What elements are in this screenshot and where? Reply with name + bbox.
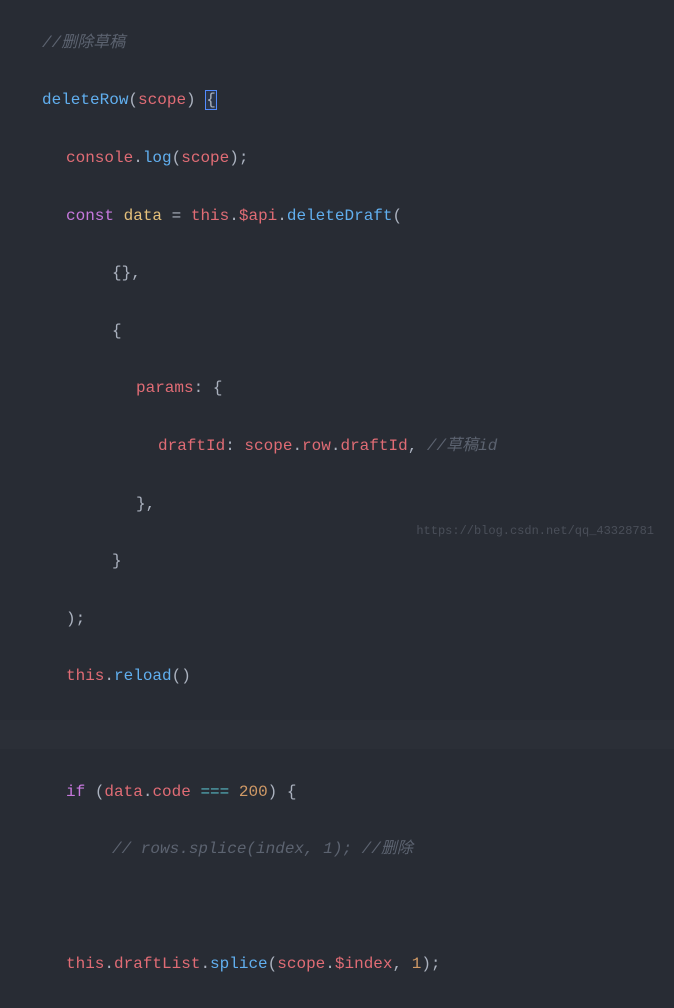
comma: ,	[131, 264, 141, 282]
code-editor[interactable]: //删除草稿 deleteRow(scope) { console.log(sc…	[0, 0, 674, 1008]
variable: scope	[277, 955, 325, 973]
code-line: this.reload()	[0, 662, 674, 691]
parameter: scope	[138, 91, 186, 109]
variable: scope	[244, 437, 292, 455]
method: reload	[114, 667, 172, 685]
code-line: //删除草稿	[0, 29, 674, 58]
dot: .	[325, 955, 335, 973]
dot: .	[104, 667, 114, 685]
code-line: console.log(scope);	[0, 144, 674, 173]
paren: );	[229, 149, 248, 167]
brace-close: }	[136, 495, 146, 513]
code-line-empty	[0, 893, 674, 922]
property: $api	[239, 207, 277, 225]
code-line: {},	[0, 259, 674, 288]
code-line: const data = this.$api.deleteDraft(	[0, 202, 674, 231]
paren: ) {	[268, 783, 297, 801]
number: 200	[239, 783, 268, 801]
function-name: deleteRow	[42, 91, 128, 109]
dot: .	[143, 783, 153, 801]
method: deleteDraft	[287, 207, 393, 225]
code-line: }	[0, 547, 674, 576]
paren: );	[421, 955, 440, 973]
comment: //删除草稿	[42, 34, 125, 52]
code-line: deleteRow(scope) {	[0, 86, 674, 115]
paren: (	[172, 149, 182, 167]
comment: //草稿id	[427, 437, 497, 455]
brace-open: {	[213, 379, 223, 397]
property: draftId	[158, 437, 225, 455]
paren: )	[186, 91, 205, 109]
property: row	[302, 437, 331, 455]
dot: .	[292, 437, 302, 455]
variable-name: data	[124, 207, 162, 225]
number: 1	[412, 955, 422, 973]
comma: ,	[146, 495, 156, 513]
comment: // rows.splice(index, 1); //删除	[112, 840, 413, 858]
parens: ()	[172, 667, 191, 685]
this: this	[66, 955, 104, 973]
property: draftList	[114, 955, 200, 973]
paren: (	[128, 91, 138, 109]
colon: :	[194, 379, 213, 397]
code-line: },	[0, 490, 674, 519]
keyword: if	[66, 783, 85, 801]
equals: =	[162, 207, 191, 225]
close-paren: );	[66, 610, 85, 628]
variable: data	[104, 783, 142, 801]
this: this	[66, 667, 104, 685]
object: console	[66, 149, 133, 167]
method: log	[143, 149, 172, 167]
dot: .	[229, 207, 239, 225]
code-line: {	[0, 317, 674, 346]
dot: .	[133, 149, 143, 167]
property: draftId	[340, 437, 407, 455]
property: params	[136, 379, 194, 397]
code-line: this.draftList.splice(scope.$index, 1);	[0, 950, 674, 979]
paren: (	[393, 207, 403, 225]
brace-open: {	[112, 322, 122, 340]
comma: ,	[393, 955, 412, 973]
dot: .	[277, 207, 287, 225]
paren: (	[95, 783, 105, 801]
dot: .	[104, 955, 114, 973]
property: code	[152, 783, 190, 801]
code-line: );	[0, 605, 674, 634]
operator: ===	[191, 783, 239, 801]
colon: :	[225, 437, 244, 455]
code-line: draftId: scope.row.draftId, //草稿id	[0, 432, 674, 461]
keyword: const	[66, 207, 114, 225]
paren: (	[268, 955, 278, 973]
dot: .	[200, 955, 210, 973]
method: splice	[210, 955, 268, 973]
brace-open: {	[205, 90, 217, 110]
argument: scope	[181, 149, 229, 167]
code-line: if (data.code === 200) {	[0, 778, 674, 807]
code-line: // rows.splice(index, 1); //删除	[0, 835, 674, 864]
this: this	[191, 207, 229, 225]
code-line-empty	[0, 720, 674, 749]
empty-object: {}	[112, 264, 131, 282]
property: $index	[335, 955, 393, 973]
code-line: params: {	[0, 374, 674, 403]
comma: ,	[408, 437, 418, 455]
